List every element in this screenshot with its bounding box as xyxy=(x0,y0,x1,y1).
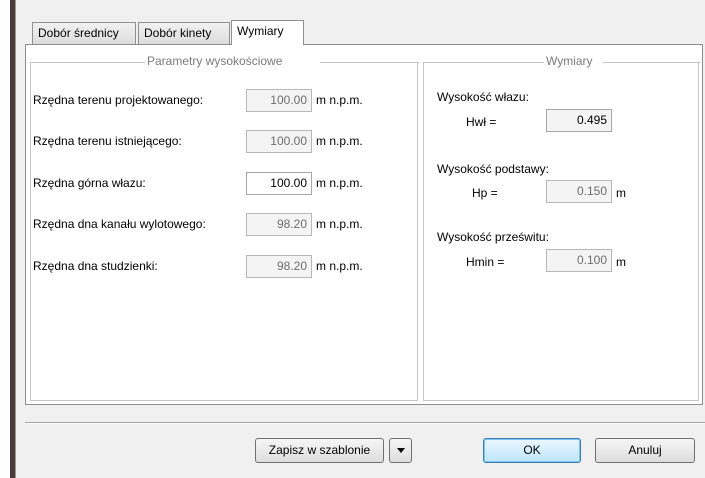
hatch-top-label: Rzędna górna włazu: xyxy=(33,176,146,190)
terrain-design-label: Rzędna terenu projektowanego: xyxy=(33,93,204,107)
base-height-symbol: Hp = xyxy=(472,186,498,200)
terrain-design-unit: m n.p.m. xyxy=(316,93,363,107)
well-bottom-label: Rzędna dna studzienki: xyxy=(33,259,158,273)
outlet-bottom-field[interactable]: 98.20 xyxy=(246,213,312,236)
window-left-edge xyxy=(0,0,10,478)
clearance-height-symbol: Hmin = xyxy=(466,255,505,269)
clearance-height-heading: Wysokość prześwitu: xyxy=(437,230,549,244)
tab-panel: Parametry wysokościowe Wymiary Rzędna te… xyxy=(25,44,703,405)
save-template-dropdown-button[interactable] xyxy=(389,438,412,463)
base-height-heading: Wysokość podstawy: xyxy=(437,162,549,176)
terrain-existing-label: Rzędna terenu istniejącego: xyxy=(33,134,182,148)
base-height-field[interactable]: 0.150 xyxy=(546,180,612,203)
height-params-title: Parametry wysokościowe xyxy=(145,54,285,69)
dimensions-title: Wymiary xyxy=(544,54,595,69)
cancel-button[interactable]: Anuluj xyxy=(595,438,695,463)
tab-dobor-kinety[interactable]: Dobór kinety xyxy=(138,22,230,44)
hatch-height-symbol: Hwł = xyxy=(466,115,497,129)
clearance-height-field[interactable]: 0.100 xyxy=(546,249,612,272)
tab-dobor-srednicy[interactable]: Dobór średnicy xyxy=(32,22,136,44)
base-height-unit: m xyxy=(616,186,626,200)
hatch-top-unit: m n.p.m. xyxy=(316,176,363,190)
hatch-height-heading: Wysokość włazu: xyxy=(437,90,529,104)
well-bottom-field[interactable]: 98.20 xyxy=(246,255,312,278)
save-template-button[interactable]: Zapisz w szablonie xyxy=(255,438,384,463)
hatch-top-field[interactable]: 100.00 xyxy=(246,172,312,195)
well-bottom-unit: m n.p.m. xyxy=(316,259,363,273)
clearance-height-unit: m xyxy=(616,255,626,269)
ok-button[interactable]: OK xyxy=(483,438,581,463)
window-frame-line xyxy=(15,0,16,478)
terrain-existing-unit: m n.p.m. xyxy=(316,134,363,148)
outlet-bottom-unit: m n.p.m. xyxy=(316,217,363,231)
hatch-height-field[interactable]: 0.495 xyxy=(546,109,612,132)
outlet-bottom-label: Rzędna dna kanału wylotowego: xyxy=(33,217,206,231)
tab-wymiary[interactable]: Wymiary xyxy=(231,20,304,45)
chevron-down-icon xyxy=(396,448,405,454)
terrain-existing-field[interactable]: 100.00 xyxy=(246,130,312,153)
terrain-design-field[interactable]: 100.00 xyxy=(246,89,312,112)
